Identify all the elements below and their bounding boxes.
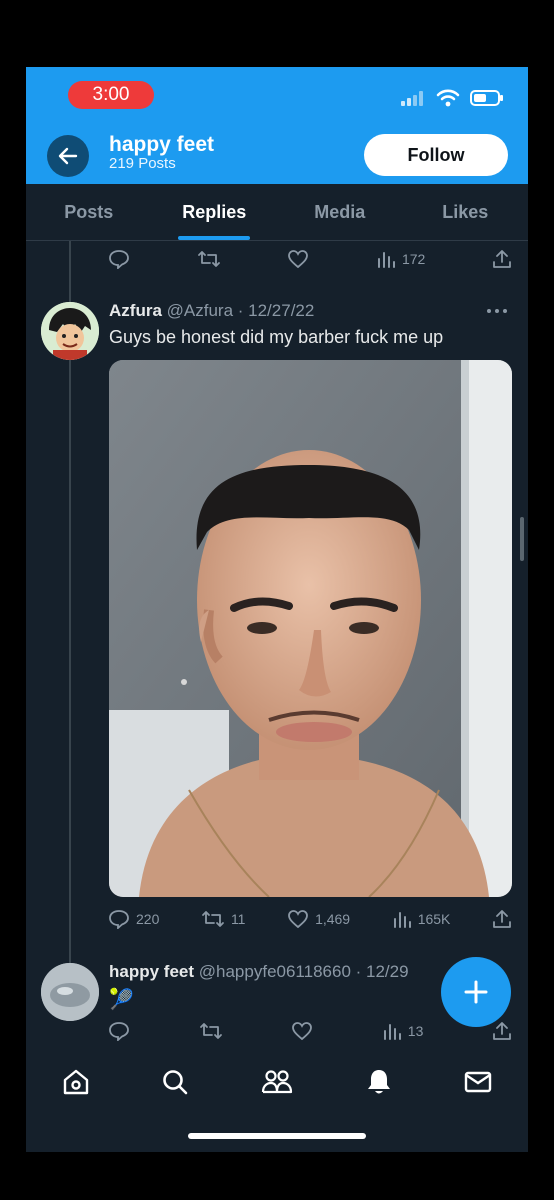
retweet-icon bbox=[202, 911, 224, 927]
like-action[interactable] bbox=[291, 1021, 313, 1041]
reply-actions: 13 bbox=[108, 1019, 512, 1043]
views-action[interactable]: 165K bbox=[392, 910, 451, 928]
retweet-icon bbox=[199, 1023, 222, 1039]
profile-tabs: Posts Replies Media Likes bbox=[26, 184, 528, 241]
heart-icon bbox=[288, 250, 309, 269]
tweet-photo[interactable] bbox=[109, 360, 512, 897]
reply-icon bbox=[109, 910, 129, 929]
like-action[interactable]: 1,469 bbox=[287, 909, 350, 929]
anime-avatar-image bbox=[41, 302, 99, 360]
home-icon[interactable] bbox=[61, 1067, 91, 1097]
reply-action[interactable] bbox=[108, 1021, 130, 1041]
reply-action[interactable]: 220 bbox=[108, 909, 159, 929]
profile-photo-image bbox=[41, 963, 99, 1021]
follow-button[interactable]: Follow bbox=[364, 134, 508, 176]
tab-likes-label: Likes bbox=[442, 202, 489, 222]
share-icon bbox=[493, 910, 511, 928]
profile-header: 3:00 happy feet 219 Posts Follow bbox=[26, 67, 528, 184]
more-options-icon[interactable] bbox=[486, 307, 508, 315]
tweet-actions: 220 11 1,469 165K bbox=[108, 907, 512, 931]
share-icon bbox=[493, 1022, 511, 1040]
tab-media-label: Media bbox=[314, 202, 366, 222]
share-icon bbox=[493, 250, 511, 268]
compose-button[interactable] bbox=[441, 957, 511, 1027]
heart-icon bbox=[288, 910, 308, 929]
communities-icon[interactable] bbox=[260, 1067, 294, 1097]
reply-handle[interactable]: @happyfe06118660 bbox=[199, 962, 351, 981]
arrow-left-icon bbox=[58, 147, 78, 165]
profile-name: happy feet bbox=[109, 133, 215, 156]
bottom-nav bbox=[26, 1057, 528, 1107]
like-count: 1,469 bbox=[315, 911, 351, 927]
notifications-bell-icon[interactable] bbox=[364, 1067, 394, 1097]
views-icon bbox=[393, 912, 411, 928]
reply-count: 220 bbox=[136, 911, 160, 927]
cellular-signal-icon bbox=[401, 91, 423, 106]
tab-replies[interactable]: Replies bbox=[152, 184, 278, 240]
reply-date: · 12/29 bbox=[355, 962, 409, 981]
retweet-action[interactable] bbox=[197, 249, 221, 269]
share-action[interactable] bbox=[492, 1021, 512, 1041]
tab-media[interactable]: Media bbox=[277, 184, 403, 240]
wifi-icon bbox=[436, 89, 460, 107]
tab-posts[interactable]: Posts bbox=[26, 184, 152, 240]
views-action[interactable]: 13 bbox=[382, 1022, 424, 1040]
views-action[interactable]: 172 bbox=[376, 250, 425, 268]
selfie-photo-image bbox=[109, 360, 512, 897]
views-count: 172 bbox=[401, 251, 426, 267]
prev-tweet-actions: 172 bbox=[108, 247, 512, 271]
avatar-azfura[interactable] bbox=[41, 302, 99, 360]
scrollbar[interactable] bbox=[520, 517, 524, 561]
tab-likes[interactable]: Likes bbox=[403, 184, 529, 240]
retweet-action[interactable] bbox=[199, 1021, 223, 1041]
home-indicator[interactable] bbox=[188, 1133, 366, 1139]
plus-icon bbox=[464, 980, 488, 1004]
tweet-header: Azfura @Azfura · 12/27/22 bbox=[109, 301, 314, 321]
heart-icon bbox=[292, 1022, 313, 1041]
back-button[interactable] bbox=[47, 135, 89, 177]
reply-action[interactable] bbox=[108, 249, 130, 269]
status-time: 3:00 bbox=[68, 81, 154, 109]
reply-icon bbox=[109, 1022, 129, 1041]
share-action[interactable] bbox=[492, 249, 512, 269]
tweet-text: Guys be honest did my barber fuck me up bbox=[109, 327, 444, 347]
tweet-date: · 12/27/22 bbox=[237, 301, 315, 320]
tweet-author[interactable]: Azfura bbox=[109, 301, 162, 320]
reply-icon bbox=[109, 250, 129, 269]
retweet-count: 11 bbox=[230, 911, 246, 927]
retweet-icon bbox=[197, 251, 220, 267]
reply-header: happy feet @happyfe06118660 · 12/29 bbox=[109, 962, 409, 982]
views-count: 13 bbox=[407, 1023, 424, 1039]
messages-envelope-icon[interactable] bbox=[463, 1067, 493, 1097]
search-icon[interactable] bbox=[160, 1067, 190, 1097]
views-count: 165K bbox=[417, 911, 451, 927]
reply-author[interactable]: happy feet bbox=[109, 962, 194, 981]
retweet-action[interactable]: 11 bbox=[201, 909, 246, 929]
like-action[interactable] bbox=[287, 249, 309, 269]
tab-posts-label: Posts bbox=[64, 202, 114, 222]
status-icons bbox=[400, 89, 504, 107]
views-icon bbox=[383, 1024, 401, 1040]
phone-screen: 3:00 happy feet 219 Posts Follow Posts R… bbox=[26, 67, 528, 1152]
reply-text: 🎾 bbox=[109, 989, 134, 1011]
tab-replies-label: Replies bbox=[182, 202, 247, 222]
battery-icon bbox=[470, 90, 503, 106]
active-tab-indicator bbox=[178, 236, 251, 240]
tweet-handle[interactable]: @Azfura bbox=[167, 301, 233, 320]
views-icon bbox=[377, 252, 395, 268]
share-action[interactable] bbox=[492, 909, 512, 929]
avatar-happy-feet[interactable] bbox=[41, 963, 99, 1021]
posts-count: 219 Posts bbox=[109, 155, 176, 172]
